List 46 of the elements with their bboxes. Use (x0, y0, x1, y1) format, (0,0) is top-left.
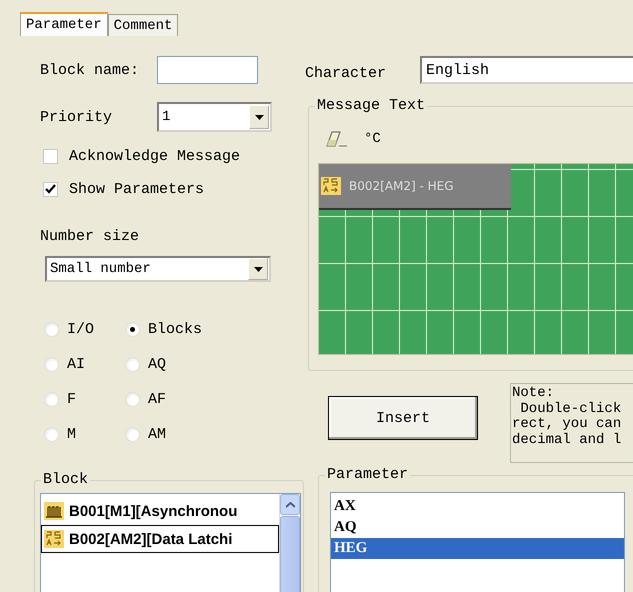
checkbox[interactable] (43, 149, 58, 164)
parameter-list-item[interactable]: HEG (331, 538, 624, 559)
radio-button[interactable] (44, 427, 59, 442)
parameter-list-item[interactable]: AQ (331, 517, 624, 538)
radio-label: M (67, 426, 76, 443)
radio-button[interactable] (44, 392, 59, 407)
block-name-label: Block name: (40, 62, 140, 78)
block-list-item[interactable]: B002[AM2][Data Latchi (41, 525, 279, 553)
character-dropdown[interactable]: English (420, 56, 633, 84)
insert-button[interactable]: Insert (328, 396, 478, 440)
radio-label: I/O (67, 321, 94, 338)
block-name-field[interactable] (157, 56, 258, 84)
number-size-label: Number size (40, 227, 140, 247)
scroll-up-icon[interactable] (286, 502, 294, 508)
checkbox-label: Acknowledge Message (69, 148, 240, 165)
radio-button[interactable] (44, 322, 59, 337)
checkbox[interactable] (43, 182, 58, 197)
radio-button[interactable] (125, 427, 140, 442)
group-title: Message Text (315, 97, 428, 115)
radio-button[interactable] (125, 392, 140, 407)
radio-button[interactable] (44, 357, 59, 372)
radio-label: AM (148, 426, 166, 443)
priority-dropdown[interactable]: 1 (157, 102, 272, 132)
radio-label: Blocks (148, 321, 202, 338)
degree-celsius-button[interactable]: °C (364, 129, 381, 149)
eraser-icon[interactable] (326, 130, 348, 148)
radio-label: AF (148, 391, 166, 408)
checkbox-label: Show Parameters (69, 181, 204, 198)
radio-label: AI (67, 356, 86, 373)
tab[interactable]: Parameter (20, 12, 108, 36)
block-list[interactable]: B001[M1][Asynchronou B002[AM2][Data Latchi (40, 493, 301, 592)
note-text: Note: Double-click rect, you can decimal and l (510, 383, 633, 463)
radio-label: AQ (148, 356, 166, 373)
character-label: Character (305, 64, 388, 82)
radio-button[interactable] (125, 357, 140, 372)
latch-block-icon (44, 530, 64, 548)
priority-label: Priority (40, 108, 114, 126)
radio-label: F (67, 391, 76, 408)
tab[interactable]: Comment (108, 14, 178, 36)
radio-button[interactable] (125, 322, 140, 337)
parameter-list[interactable]: AX AQ HEG (330, 492, 625, 592)
parameter-list-item[interactable]: AX (331, 496, 624, 517)
number-size-dropdown[interactable]: Small number (45, 256, 271, 282)
block-list-item[interactable]: B001[M1][Asynchronou (41, 497, 279, 525)
latch-block-icon (321, 177, 341, 195)
pulse-block-icon (44, 502, 64, 520)
